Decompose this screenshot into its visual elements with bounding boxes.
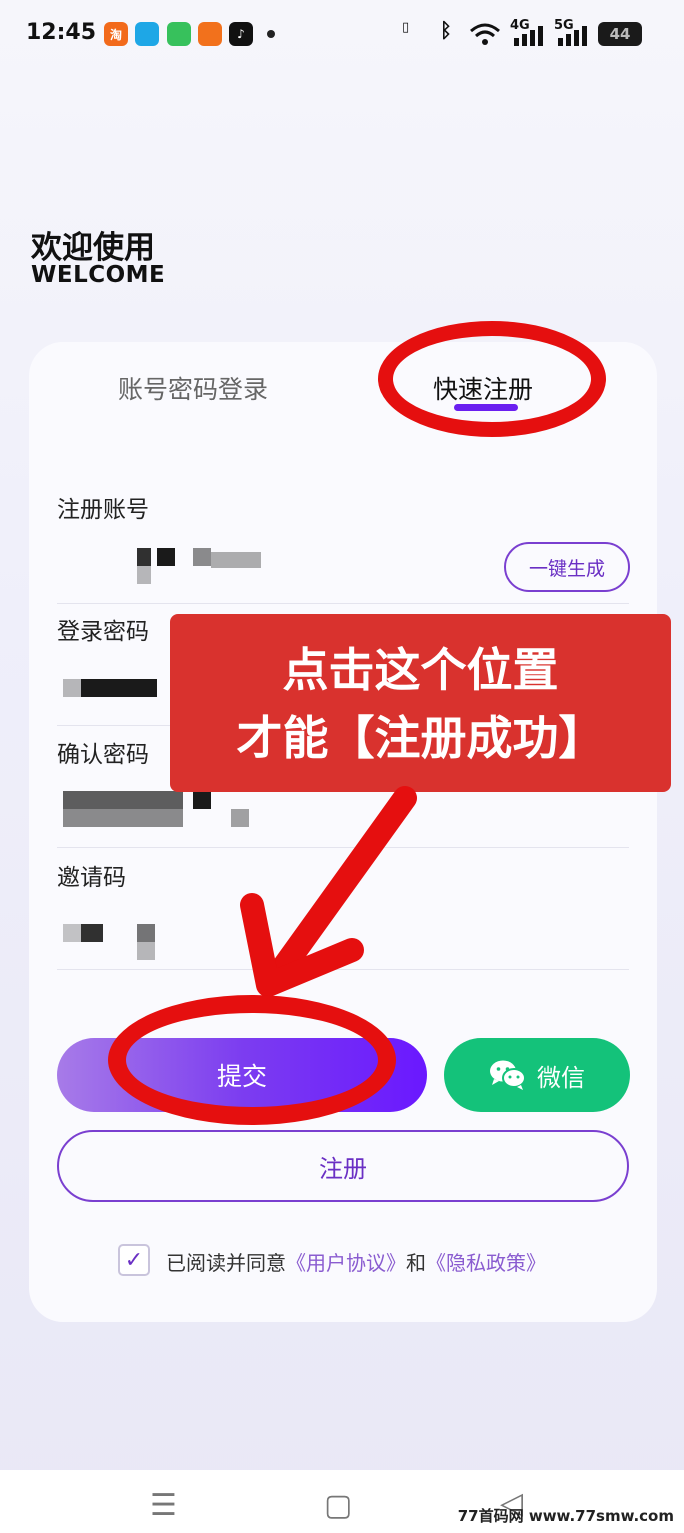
taobao-icon: 淘 (104, 22, 128, 46)
mosaic-block (211, 552, 261, 568)
annotation-ring-submit (108, 995, 396, 1125)
notification-dot (267, 30, 275, 38)
welcome-title: 欢迎使用 (31, 230, 155, 266)
bluetooth-icon: ᛒ (440, 18, 452, 42)
wechat-login-button[interactable]: 微信 (444, 1038, 630, 1112)
welcome-subtitle: WELCOME (31, 262, 166, 288)
menu-icon[interactable]: ☰ (150, 1488, 177, 1523)
annotation-callout: 点击这个位置 才能【注册成功】 (170, 614, 671, 792)
account-label: 注册账号 (57, 497, 149, 523)
mosaic-block (157, 548, 175, 566)
confirm-password-input[interactable] (57, 787, 487, 843)
wechat-button-label: 微信 (537, 1064, 585, 1092)
register-button[interactable]: 注册 (57, 1130, 629, 1202)
mosaic-block (63, 809, 183, 827)
mosaic-block (137, 548, 151, 566)
account-input[interactable] (57, 540, 487, 596)
mosaic-block (63, 679, 81, 697)
confirm-password-label: 确认密码 (57, 742, 149, 768)
agreement-and: 和 (406, 1251, 426, 1275)
home-icon[interactable]: ▢ (324, 1488, 352, 1523)
watermark: 77首码网 www.77smw.com (457, 1507, 674, 1525)
mosaic-block (63, 924, 81, 942)
signal-4g-icon (514, 26, 543, 46)
mosaic-block (81, 924, 103, 942)
battery-icon: 44 (598, 22, 642, 46)
user-agreement-link[interactable]: 《用户协议》 (286, 1251, 406, 1275)
mosaic-block (81, 679, 157, 697)
agreement-text: 已阅读并同意《用户协议》和《隐私政策》 (166, 1247, 546, 1276)
mosaic-block (193, 548, 211, 566)
annotation-line-2: 才能【注册成功】 (236, 711, 605, 765)
mosaic-block (137, 942, 155, 960)
invite-code-label: 邀请码 (57, 865, 126, 891)
status-time: 12:45 (26, 20, 97, 45)
annotation-ring-tab (378, 321, 606, 437)
divider (57, 847, 629, 848)
divider (57, 969, 629, 970)
orange-app-icon (198, 22, 222, 46)
signal-5g-icon (558, 26, 587, 46)
qq-icon (135, 22, 159, 46)
agreement-checkbox[interactable]: ✓ (118, 1244, 150, 1276)
status-bar: 12:45 淘 ♪ ▯ ᛒ 4G 5G 44 (0, 0, 684, 66)
mosaic-block (63, 791, 183, 809)
agreement-prefix: 已阅读并同意 (166, 1251, 286, 1275)
vibrate-icon: ▯ (402, 20, 410, 35)
generate-account-button[interactable]: 一键生成 (504, 542, 630, 592)
divider (57, 603, 629, 604)
password-label: 登录密码 (57, 619, 149, 645)
mosaic-block (231, 809, 249, 827)
tab-account-login[interactable]: 账号密码登录 (118, 370, 268, 406)
mosaic-block (193, 791, 211, 809)
mosaic-block (137, 924, 155, 942)
check-icon: ✓ (124, 1247, 144, 1273)
invite-code-input[interactable] (57, 910, 487, 966)
annotation-line-1: 点击这个位置 (282, 643, 559, 697)
green-app-icon (167, 22, 191, 46)
wifi-icon (470, 23, 500, 45)
wechat-icon (490, 1060, 526, 1090)
mosaic-block (137, 566, 151, 584)
tiktok-icon: ♪ (229, 22, 253, 46)
privacy-policy-link[interactable]: 《隐私政策》 (426, 1251, 546, 1275)
